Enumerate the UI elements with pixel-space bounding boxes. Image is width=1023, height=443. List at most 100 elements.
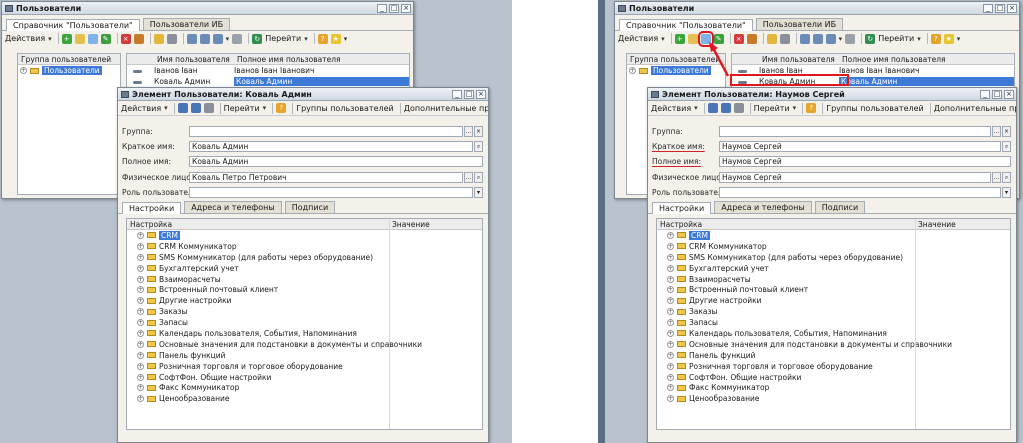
clear-button[interactable]: × bbox=[1002, 126, 1011, 137]
expand-icon[interactable]: + bbox=[137, 329, 144, 337]
settings-row[interactable]: + Ценообразование bbox=[657, 393, 1010, 404]
expand-icon[interactable]: + bbox=[667, 242, 674, 250]
reread-icon[interactable] bbox=[733, 103, 744, 113]
group-input[interactable] bbox=[719, 126, 991, 137]
extra-rights-button[interactable]: Дополнительные права bbox=[404, 104, 488, 113]
help-icon[interactable]: ? bbox=[276, 103, 287, 113]
save-close-icon[interactable] bbox=[190, 103, 201, 113]
select-button[interactable]: … bbox=[992, 126, 1001, 137]
full-name-input[interactable]: Наумов Сергей bbox=[719, 156, 1011, 167]
save-icon[interactable] bbox=[707, 103, 718, 113]
settings-row[interactable]: + CRM Коммуникатор bbox=[657, 241, 1010, 252]
save-icon[interactable] bbox=[177, 103, 188, 113]
expand-icon[interactable]: + bbox=[667, 340, 674, 348]
expand-icon[interactable]: + bbox=[667, 231, 674, 239]
settings-row[interactable]: + Розничная торговля и торговое оборудова… bbox=[657, 361, 1010, 372]
expand-icon[interactable]: + bbox=[137, 362, 144, 370]
expand-icon[interactable]: + bbox=[667, 297, 674, 305]
actions-menu[interactable]: Действия bbox=[651, 104, 691, 113]
settings-row[interactable]: + CRM Коммуникатор bbox=[127, 241, 482, 252]
close-button[interactable]: × bbox=[1004, 89, 1014, 99]
search-icon[interactable]: ⌕ bbox=[1002, 172, 1011, 183]
settings-row[interactable]: + Заказы bbox=[657, 306, 1010, 317]
filter-list-icon[interactable] bbox=[825, 33, 836, 44]
select-button[interactable]: … bbox=[992, 172, 1001, 183]
dropdown-button[interactable]: ▾ bbox=[1002, 187, 1011, 198]
expand-icon[interactable]: + bbox=[137, 395, 144, 403]
refresh-icon[interactable]: ↻ bbox=[252, 33, 263, 44]
filter-value-icon[interactable] bbox=[812, 33, 823, 44]
expand-icon[interactable]: + bbox=[667, 395, 674, 403]
group-input[interactable] bbox=[189, 126, 463, 137]
settings-row[interactable]: + Взаиморасчеты bbox=[657, 274, 1010, 285]
tree-item-users[interactable]: + Пользователи bbox=[18, 65, 120, 76]
tab-ib-users[interactable]: Пользователи ИБ bbox=[142, 18, 231, 30]
expand-icon[interactable]: + bbox=[667, 286, 674, 294]
clear-filter-icon[interactable] bbox=[845, 33, 856, 44]
settings-row[interactable]: + Бухгалтерский учет bbox=[127, 263, 482, 274]
goto-menu[interactable]: Перейти bbox=[878, 34, 914, 43]
filter-value-icon[interactable] bbox=[199, 33, 210, 44]
clear-button[interactable]: × bbox=[474, 126, 483, 137]
col-fullname[interactable]: Полное имя пользователя bbox=[237, 55, 341, 64]
person-input[interactable]: Наумов Сергей bbox=[719, 172, 991, 183]
minimize-button[interactable]: _ bbox=[983, 3, 993, 13]
close-button[interactable]: × bbox=[476, 89, 486, 99]
search-icon[interactable]: ⌕ bbox=[474, 172, 483, 183]
list-row-selected[interactable]: Коваль Админ Коваль Админ bbox=[127, 76, 409, 87]
tab-settings[interactable]: Настройки bbox=[652, 202, 712, 214]
full-name-input[interactable]: Коваль Админ bbox=[189, 156, 483, 167]
col-setting[interactable]: Настройка bbox=[130, 220, 392, 229]
actions-menu[interactable]: Действия bbox=[121, 104, 161, 113]
expand-icon[interactable]: + bbox=[137, 242, 144, 250]
minimize-button[interactable]: _ bbox=[452, 89, 462, 99]
maximize-button[interactable]: □ bbox=[992, 89, 1002, 99]
settings-row[interactable]: + Запасы bbox=[657, 317, 1010, 328]
settings-row[interactable]: + Другие настройки bbox=[657, 295, 1010, 306]
col-value[interactable]: Значение bbox=[918, 220, 956, 229]
copy-icon[interactable] bbox=[87, 33, 98, 44]
filter-icon[interactable] bbox=[186, 33, 197, 44]
settings-row[interactable]: + Факс Коммуникатор bbox=[657, 382, 1010, 393]
expand-icon[interactable]: + bbox=[137, 384, 144, 392]
expand-icon[interactable]: + bbox=[137, 286, 144, 294]
settings-row[interactable]: + Взаиморасчеты bbox=[127, 274, 482, 285]
maximize-button[interactable]: □ bbox=[995, 3, 1005, 13]
save-close-icon[interactable] bbox=[720, 103, 731, 113]
settings-row[interactable]: + Другие настройки bbox=[127, 295, 482, 306]
settings-row[interactable]: + SMS Коммуникатор (для работы через обор… bbox=[127, 252, 482, 263]
add-folder-icon[interactable] bbox=[74, 33, 85, 44]
col-value[interactable]: Значение bbox=[392, 220, 430, 229]
hierarchy-icon[interactable] bbox=[153, 33, 164, 44]
settings-row[interactable]: + Основные значения для подстановки в док… bbox=[657, 339, 1010, 350]
mark-delete-icon[interactable] bbox=[746, 33, 757, 44]
tab-signatures[interactable]: Подписи bbox=[284, 201, 336, 213]
add-icon[interactable]: + bbox=[674, 33, 685, 44]
settings-row[interactable]: + SMS Коммуникатор (для работы через обор… bbox=[657, 252, 1010, 263]
expand-icon[interactable]: + bbox=[137, 264, 144, 272]
person-input[interactable]: Коваль Петро Петрович bbox=[189, 172, 463, 183]
tab-settings[interactable]: Настройки bbox=[122, 202, 182, 214]
move-icon[interactable] bbox=[166, 33, 177, 44]
dropdown-button[interactable]: ▾ bbox=[474, 187, 483, 198]
role-input[interactable] bbox=[719, 187, 1001, 198]
search-icon[interactable]: ⌕ bbox=[474, 141, 483, 152]
maximize-button[interactable]: □ bbox=[464, 89, 474, 99]
search-icon[interactable]: ⌕ bbox=[1002, 141, 1011, 152]
expand-icon[interactable]: + bbox=[137, 231, 144, 239]
close-button[interactable]: × bbox=[1007, 3, 1017, 13]
col-setting[interactable]: Настройка bbox=[660, 220, 918, 229]
expand-icon[interactable]: + bbox=[137, 297, 144, 305]
expand-icon[interactable]: + bbox=[137, 340, 144, 348]
expand-icon[interactable]: + bbox=[667, 308, 674, 316]
settings-row[interactable]: + Панель функций bbox=[127, 350, 482, 361]
delete-icon[interactable]: × bbox=[120, 33, 131, 44]
minimize-button[interactable]: _ bbox=[377, 3, 387, 13]
expand-icon[interactable]: + bbox=[137, 308, 144, 316]
filter-icon[interactable] bbox=[799, 33, 810, 44]
tab-addresses[interactable]: Адреса и телефоны bbox=[714, 201, 812, 213]
settings-row[interactable]: + Панель функций bbox=[657, 350, 1010, 361]
tab-addresses[interactable]: Адреса и телефоны bbox=[184, 201, 282, 213]
actions-menu[interactable]: Действия bbox=[618, 34, 658, 43]
mark-delete-icon[interactable] bbox=[133, 33, 144, 44]
